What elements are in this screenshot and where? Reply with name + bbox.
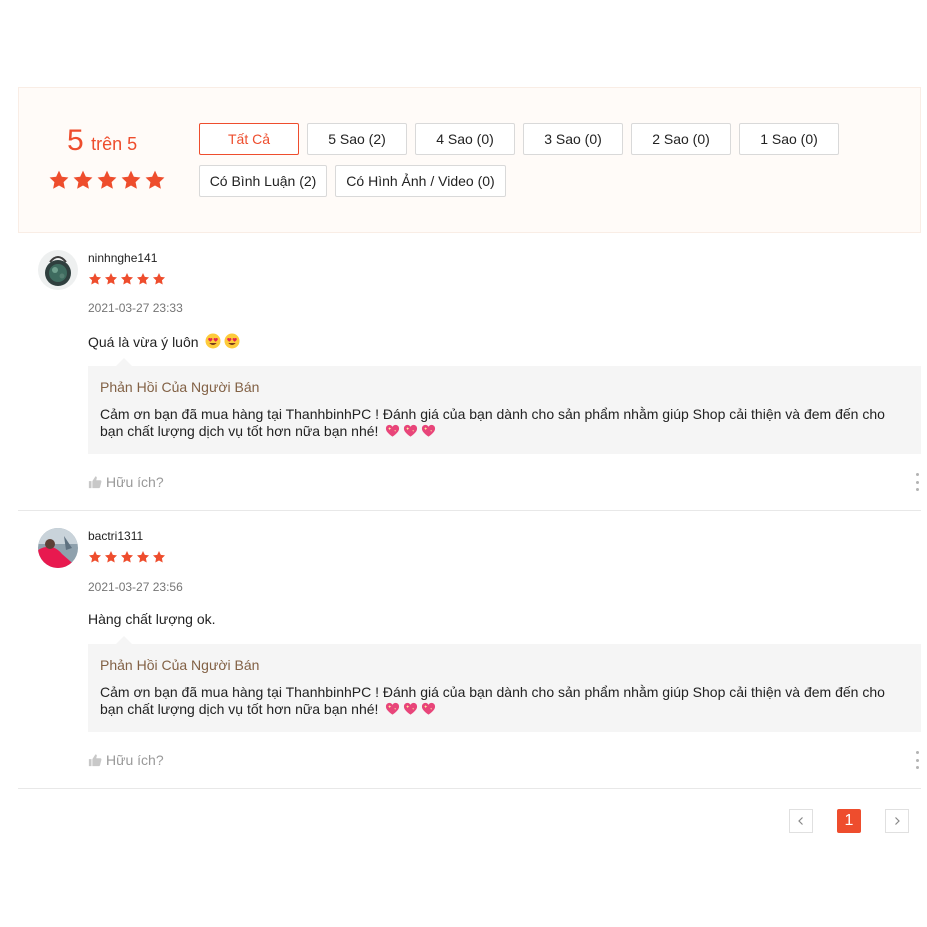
review-comment-text: Quá là vừa ý luôn: [88, 334, 199, 350]
heart-eyes-emoji-icon: [205, 333, 221, 349]
filter-all-button[interactable]: Tất Cả: [199, 123, 299, 155]
review-comment: Quá là vừa ý luôn: [88, 333, 240, 350]
helpful-label: Hữu ích?: [106, 752, 164, 768]
star-icon: [120, 272, 134, 286]
review-comment: Hàng chất lượng ok.: [88, 611, 216, 627]
thumbs-up-icon: [88, 476, 102, 489]
star-icon: [104, 550, 118, 564]
score-suffix: trên 5: [91, 134, 138, 154]
filter-with-comment-button[interactable]: Có Bình Luận (2): [199, 165, 327, 197]
seller-reply-body: Cảm ơn bạn đã mua hàng tại ThanhbinhPC !…: [100, 684, 900, 720]
star-icon: [72, 169, 94, 191]
average-score: 5 trên 5: [67, 124, 137, 158]
star-icon: [136, 272, 150, 286]
review-item: ninhnghe141 2021-03-27 23:33 Quá là vừa …: [18, 233, 921, 511]
review-date: 2021-03-27 23:33: [88, 301, 183, 315]
more-options-icon[interactable]: [913, 473, 921, 491]
seller-reply: Phản Hồi Của Người Bán Cảm ơn bạn đã mua…: [88, 358, 921, 454]
review-username[interactable]: bactri1311: [88, 529, 143, 543]
reply-hearts: [382, 423, 436, 442]
helpful-button[interactable]: Hữu ích?: [88, 474, 164, 490]
filter-3-star-button[interactable]: 3 Sao (0): [523, 123, 623, 155]
score-value: 5: [67, 124, 84, 157]
star-icon: [104, 272, 118, 286]
avatar[interactable]: [38, 528, 78, 568]
thumbs-up-icon: [88, 754, 102, 767]
review-comment-text: Hàng chất lượng ok.: [88, 611, 216, 627]
filter-4-star-button[interactable]: 4 Sao (0): [415, 123, 515, 155]
sparkling-heart-icon: [385, 423, 400, 438]
star-icon: [120, 169, 142, 191]
seller-reply: Phản Hồi Của Người Bán Cảm ơn bạn đã mua…: [88, 636, 921, 732]
chevron-left-icon: [798, 817, 803, 825]
review-stars: [88, 272, 166, 286]
filter-1-star-button[interactable]: 1 Sao (0): [739, 123, 839, 155]
summary-stars: [48, 169, 166, 191]
sparkling-heart-icon: [421, 701, 436, 716]
sparkling-heart-icon: [385, 701, 400, 716]
sparkling-heart-icon: [403, 423, 418, 438]
seller-reply-body: Cảm ơn bạn đã mua hàng tại ThanhbinhPC !…: [100, 406, 900, 442]
star-icon: [144, 169, 166, 191]
star-icon: [120, 550, 134, 564]
review-stars: [88, 550, 166, 564]
star-icon: [152, 272, 166, 286]
helpful-button[interactable]: Hữu ích?: [88, 752, 164, 768]
seller-reply-text: Cảm ơn bạn đã mua hàng tại ThanhbinhPC !…: [100, 684, 885, 717]
star-icon: [152, 550, 166, 564]
star-icon: [48, 169, 70, 191]
star-icon: [88, 272, 102, 286]
star-icon: [88, 550, 102, 564]
next-page-button[interactable]: [885, 809, 909, 833]
avatar[interactable]: [38, 250, 78, 290]
filter-5-star-button[interactable]: 5 Sao (2): [307, 123, 407, 155]
star-icon: [136, 550, 150, 564]
filter-2-star-button[interactable]: 2 Sao (0): [631, 123, 731, 155]
seller-reply-text: Cảm ơn bạn đã mua hàng tại ThanhbinhPC !…: [100, 406, 885, 439]
heart-eyes-emoji-icon: [224, 333, 240, 349]
seller-reply-title: Phản Hồi Của Người Bán: [100, 657, 260, 673]
review-username[interactable]: ninhnghe141: [88, 251, 157, 265]
helpful-label: Hữu ích?: [106, 474, 164, 490]
sparkling-heart-icon: [421, 423, 436, 438]
sparkling-heart-icon: [403, 701, 418, 716]
reply-hearts: [382, 701, 436, 720]
page-number-button[interactable]: 1: [837, 809, 861, 833]
rating-summary: 5 trên 5 Tất Cả 5 Sao (2) 4 Sao (0) 3 Sa…: [18, 87, 921, 233]
review-item: bactri1311 2021-03-27 23:56 Hàng chất lư…: [18, 511, 921, 789]
chevron-right-icon: [895, 817, 900, 825]
review-date: 2021-03-27 23:56: [88, 580, 183, 594]
filter-with-media-button[interactable]: Có Hình Ảnh / Video (0): [335, 165, 506, 197]
seller-reply-title: Phản Hồi Của Người Bán: [100, 379, 260, 395]
star-icon: [96, 169, 118, 191]
previous-page-button[interactable]: [789, 809, 813, 833]
more-options-icon[interactable]: [913, 751, 921, 769]
